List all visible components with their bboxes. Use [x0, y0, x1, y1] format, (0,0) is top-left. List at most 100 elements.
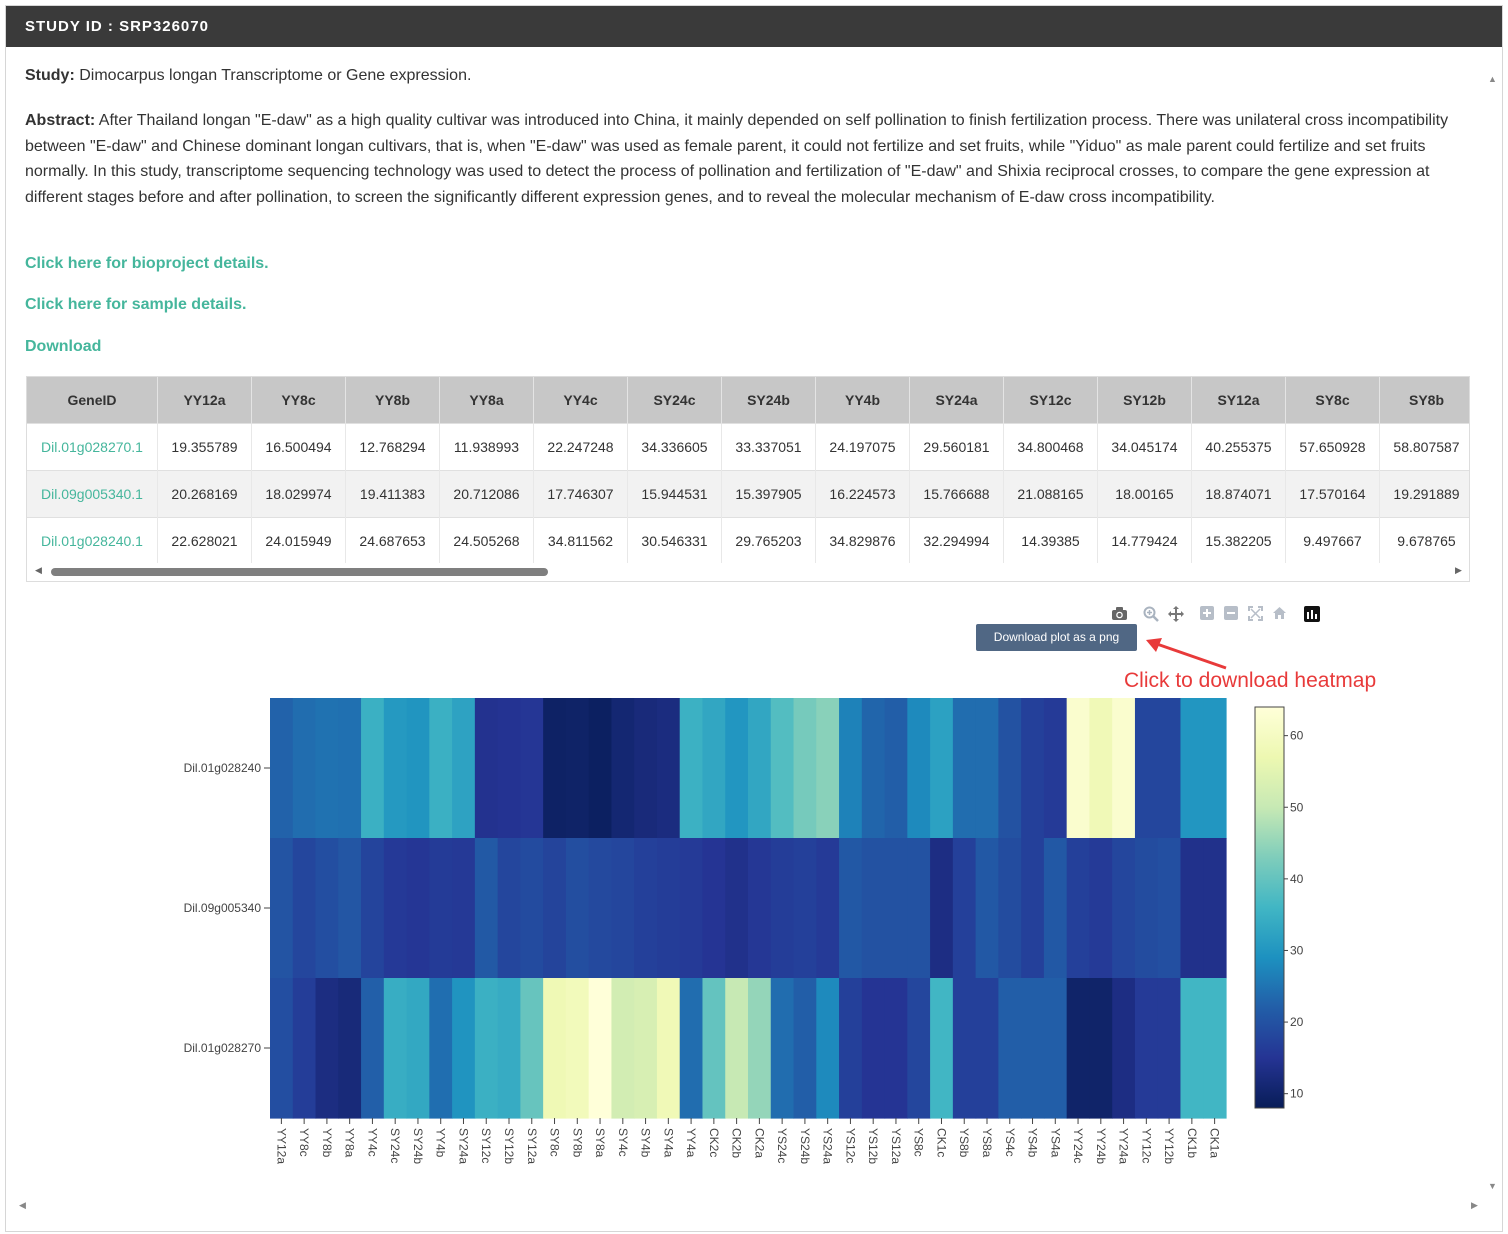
heatmap-cell	[1066, 978, 1091, 1119]
heatmap-cell	[861, 978, 886, 1119]
x-tick-label: SY4a	[661, 1128, 675, 1158]
heatmap-cell	[1134, 698, 1159, 839]
table-cell: 32.294994	[909, 517, 1004, 564]
column-header[interactable]: YY8b	[345, 377, 440, 424]
heatmap-cell	[861, 698, 886, 839]
heatmap-cell	[975, 978, 999, 1119]
x-tick-label: YY24a	[1117, 1128, 1131, 1164]
x-tick-label: CK1c	[934, 1128, 948, 1157]
table-row: Dil.09g005340.1 20.268169 18.029974 19.4113…	[27, 470, 1469, 518]
heatmap-cell	[634, 978, 658, 1119]
table-cell: 12.768294	[345, 423, 440, 471]
heatmap-cell	[952, 978, 977, 1119]
table-cell: 22.247248	[533, 423, 628, 471]
heatmap-cell	[1089, 978, 1113, 1119]
x-tick-label: YS4a	[1048, 1128, 1062, 1158]
table-cell: 34.045174	[1097, 423, 1192, 471]
camera-icon[interactable]	[1111, 606, 1128, 625]
gene-id-link[interactable]: Dil.01g028270.1	[27, 423, 158, 471]
heatmap-chart[interactable]: Dil.01g028240Dil.09g005340Dil.01g028270 …	[0, 690, 1508, 1180]
heatmap-cell	[383, 698, 408, 839]
x-tick-label: YY24b	[1094, 1128, 1108, 1164]
x-tick-label: SY24b	[411, 1128, 425, 1164]
colorbar-tick-label: 40	[1290, 872, 1304, 886]
heatmap-cell	[1157, 698, 1182, 839]
heatmap-y-axis: Dil.01g028240 Dil.09g005340 Dil.01g028270	[184, 761, 270, 1055]
heatmap-cell	[1043, 978, 1068, 1119]
bioproject-link[interactable]: Click here for bioproject details.	[25, 255, 269, 273]
column-header[interactable]: YY12a	[157, 377, 252, 424]
scrollbar-thumb[interactable]	[51, 568, 548, 576]
column-header[interactable]: SY24a	[909, 377, 1004, 424]
heatmap-cell	[770, 838, 795, 979]
table-horizontal-scrollbar[interactable]: ◀ ▶	[27, 563, 1469, 581]
heatmap-x-axis: YY12a YY8c YY8b YY8a YY4c SY24c SY24b YY4b SY24a…	[274, 1118, 1222, 1164]
heatmap-cell	[565, 698, 590, 839]
column-header[interactable]: SY12c	[1003, 377, 1098, 424]
column-header[interactable]: SY24b	[721, 377, 816, 424]
heatmap-cell	[292, 698, 317, 839]
heatmap-cell	[702, 698, 726, 839]
heatmap-cell	[383, 978, 408, 1119]
plotly-logo-icon[interactable]	[1304, 606, 1320, 626]
scroll-right-icon[interactable]: ▶	[1455, 565, 1462, 576]
column-header[interactable]: SY8b	[1379, 377, 1469, 424]
heatmap-cell	[497, 978, 521, 1119]
heatmap-cell	[588, 698, 613, 839]
column-header[interactable]: YY8c	[251, 377, 346, 424]
heatmap-cell	[816, 978, 840, 1119]
x-tick-label: YY8b	[320, 1128, 334, 1158]
heatmap-cell	[839, 978, 863, 1119]
column-header[interactable]: SY24c	[627, 377, 722, 424]
heatmap-cell	[770, 698, 795, 839]
column-header[interactable]: YY4c	[533, 377, 628, 424]
column-header[interactable]: SY12a	[1191, 377, 1286, 424]
autoscale-icon[interactable]	[1248, 606, 1263, 625]
table-cell: 14.779424	[1097, 517, 1192, 564]
heatmap-cell	[634, 838, 658, 979]
scroll-down-arrow-icon[interactable]: ▼	[1488, 1181, 1497, 1191]
column-header[interactable]: SY12b	[1097, 377, 1192, 424]
heatmap-cell	[452, 698, 476, 839]
heatmap-cell	[406, 698, 430, 839]
scroll-left-icon[interactable]: ◀	[35, 565, 42, 576]
table-cell: 18.00165	[1097, 470, 1192, 518]
reset-axes-icon[interactable]	[1272, 606, 1287, 624]
column-header[interactable]: YY4b	[815, 377, 910, 424]
heatmap-cell	[1157, 978, 1182, 1119]
zoom-in-icon[interactable]	[1200, 606, 1214, 624]
expression-table: GeneID YY12a YY8c YY8b YY8a YY4c SY24c SY24b YY4…	[27, 377, 1469, 564]
abstract-paragraph: Abstract: After Thailand longan "E-daw" …	[25, 108, 1470, 210]
pan-icon[interactable]	[1168, 606, 1184, 626]
gene-id-link[interactable]: Dil.01g028240.1	[27, 517, 158, 564]
heatmap-cell	[315, 978, 339, 1119]
heatmap-cell	[474, 838, 499, 979]
heatmap-cell	[406, 978, 430, 1119]
download-link[interactable]: Download	[25, 338, 101, 356]
gene-id-link[interactable]: Dil.09g005340.1	[27, 470, 158, 518]
table-cell: 29.560181	[909, 423, 1004, 471]
table-cell: 24.687653	[345, 517, 440, 564]
table-header-row: GeneID YY12a YY8c YY8b YY8a YY4c SY24c SY24b YY4…	[27, 377, 1469, 424]
x-tick-label: YY4b	[434, 1128, 448, 1158]
x-tick-label: YY24c	[1071, 1128, 1085, 1163]
heatmap-cell	[270, 698, 294, 839]
scroll-left-arrow-icon[interactable]: ◀	[19, 1200, 26, 1211]
colorbar-tick-label: 10	[1290, 1087, 1304, 1101]
scroll-right-arrow-icon[interactable]: ▶	[1471, 1200, 1478, 1211]
heatmap-cell	[588, 838, 613, 979]
heatmap-cell	[1180, 838, 1204, 979]
heatmap-cell	[679, 838, 704, 979]
zoom-icon[interactable]	[1143, 606, 1159, 626]
table-cell: 16.500494	[251, 423, 346, 471]
heatmap-cell	[930, 698, 954, 839]
x-tick-label: YS8b	[957, 1128, 971, 1158]
zoom-out-icon[interactable]	[1224, 606, 1238, 624]
scroll-up-arrow-icon[interactable]: ▲	[1488, 74, 1497, 84]
column-header[interactable]: GeneID	[27, 377, 158, 424]
column-header[interactable]: SY8c	[1285, 377, 1380, 424]
sample-link[interactable]: Click here for sample details.	[25, 296, 246, 314]
heatmap-cell	[634, 698, 658, 839]
column-header[interactable]: YY8a	[439, 377, 534, 424]
x-tick-label: YS8a	[980, 1128, 994, 1158]
